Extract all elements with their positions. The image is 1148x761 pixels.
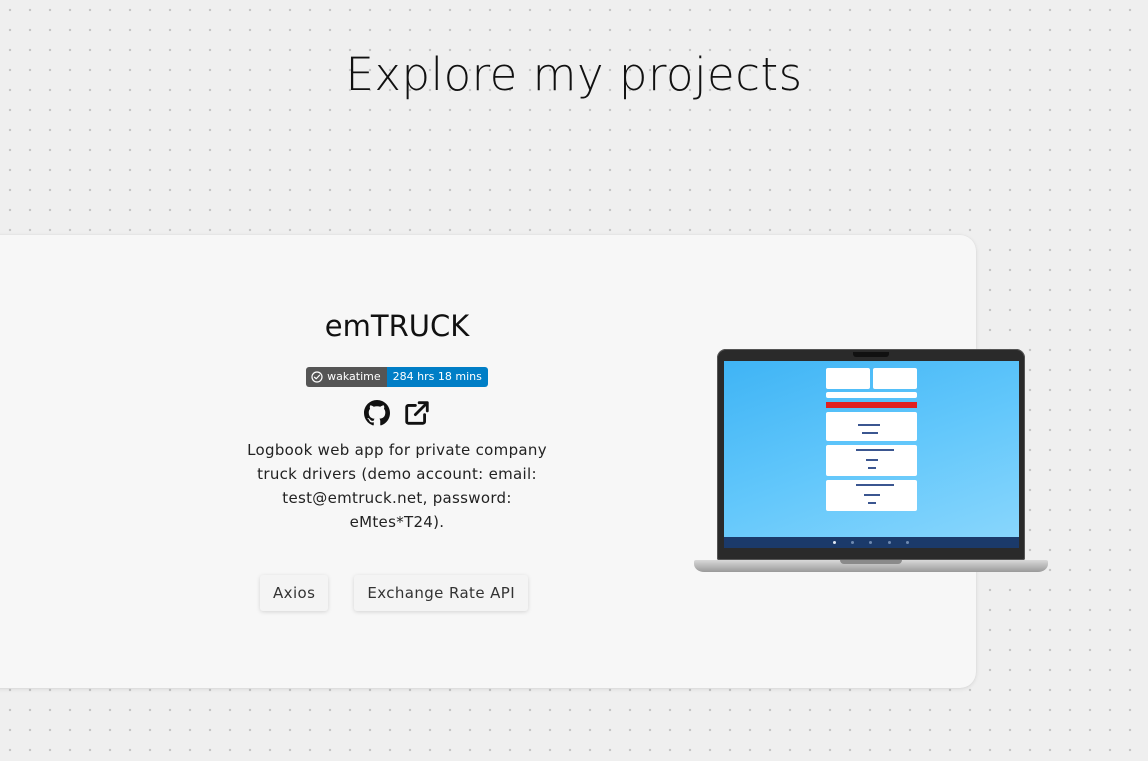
preview-card xyxy=(873,368,917,389)
project-description: Logbook web app for private company truc… xyxy=(247,441,547,531)
project-info: emTRUCK wakatime 284 hrs 18 mins Logbook xyxy=(240,305,554,534)
preview-stats xyxy=(826,392,917,398)
section-title: Explore my projects xyxy=(345,48,803,101)
preview-entry xyxy=(826,412,917,441)
github-icon[interactable] xyxy=(364,400,390,426)
project-links xyxy=(240,400,554,426)
tech-stack: Axios Exchange Rate API xyxy=(260,575,529,611)
laptop-notch xyxy=(853,352,889,357)
project-title: emTRUCK xyxy=(324,309,470,343)
preview-card xyxy=(826,368,870,389)
badge-label: wakatime xyxy=(306,367,387,387)
preview-entry xyxy=(826,445,917,476)
laptop-lid xyxy=(717,349,1025,560)
external-link-icon[interactable] xyxy=(404,400,430,426)
wakatime-icon xyxy=(311,371,323,383)
badge-value: 284 hrs 18 mins xyxy=(386,367,488,387)
wakatime-badge[interactable]: wakatime 284 hrs 18 mins xyxy=(306,367,488,387)
app-screenshot xyxy=(724,361,1019,548)
laptop-groove xyxy=(840,560,902,564)
badge-label-text: wakatime xyxy=(327,370,381,383)
tech-tag-exchange-rate-api: Exchange Rate API xyxy=(354,575,529,611)
preview-entry xyxy=(826,480,917,511)
project-preview-laptop xyxy=(694,349,1048,575)
preview-bottom-nav xyxy=(724,537,1019,548)
preview-alert xyxy=(826,402,917,408)
tech-tag-axios: Axios xyxy=(260,575,329,611)
